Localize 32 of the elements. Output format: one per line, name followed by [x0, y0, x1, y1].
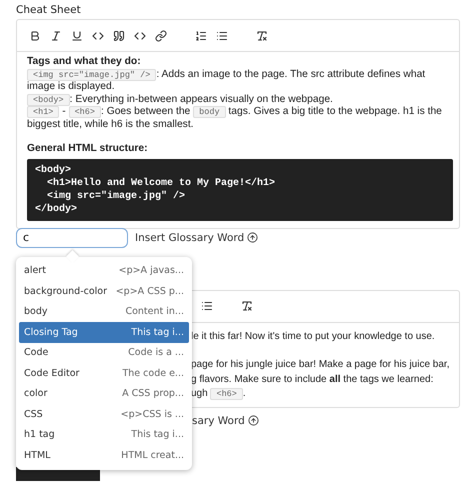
dropdown-item[interactable]: Code Code is a ... [19, 342, 189, 363]
code-icon[interactable] [92, 30, 104, 42]
arrow-up-icon [248, 415, 259, 426]
underline-icon[interactable] [71, 30, 83, 42]
dropdown-item[interactable]: Code Editor The code e... [19, 363, 189, 384]
dropdown-item[interactable]: body Content in... [19, 302, 189, 322]
glossary-input[interactable]: c [16, 228, 128, 248]
link-icon[interactable] [155, 30, 167, 42]
section-heading: General HTML structure: [27, 143, 149, 156]
insert-glossary-button[interactable]: sary Word [192, 414, 259, 426]
clear-format-icon[interactable] [241, 300, 253, 312]
dropdown-item[interactable]: color A CSS prop... [19, 384, 189, 404]
quote-icon[interactable] [113, 30, 125, 42]
field-label: Cheat Sheet [16, 4, 82, 16]
section-heading: Tags and what they do: [27, 56, 142, 68]
code-block: <body> <h1>Hello and Welcome to My Page!</h1> <img src="image.jpg" /> </body> [27, 158, 453, 220]
italic-icon[interactable] [50, 30, 62, 42]
dropdown-item[interactable]: HTML HTML creat... [19, 445, 189, 466]
dropdown-item[interactable]: CSS <p>CSS is ... [19, 404, 189, 424]
clear-format-icon[interactable] [256, 30, 268, 42]
numbered-list-icon[interactable] [195, 30, 207, 42]
code-block-icon[interactable] [134, 30, 146, 42]
dropdown-item[interactable]: background-color <p>A CSS p... [19, 281, 189, 302]
insert-glossary-button[interactable]: Insert Glossary Word [135, 232, 258, 244]
paragraph: <h1> - <h6> : Goes between the body tags. Gives a big title to the webpage. h1 is the biggest title, while h6 is the smallest. [27, 106, 443, 131]
bold-icon[interactable] [29, 30, 41, 42]
dropdown-item[interactable]: h1 tag This tag i... [19, 424, 189, 445]
paragraph: <img src="image.jpg" /> : Adds an image to the page. The src attribute defines what image is displayed. [27, 68, 426, 94]
dropdown-item[interactable]: Closing Tag This tag i... [19, 322, 189, 342]
arrow-up-icon [247, 232, 258, 243]
paragraph: <body> : Everything in-between appears visually on the webpage. [27, 94, 453, 106]
dropdown-item[interactable]: alert <p>A javas... [19, 260, 189, 281]
